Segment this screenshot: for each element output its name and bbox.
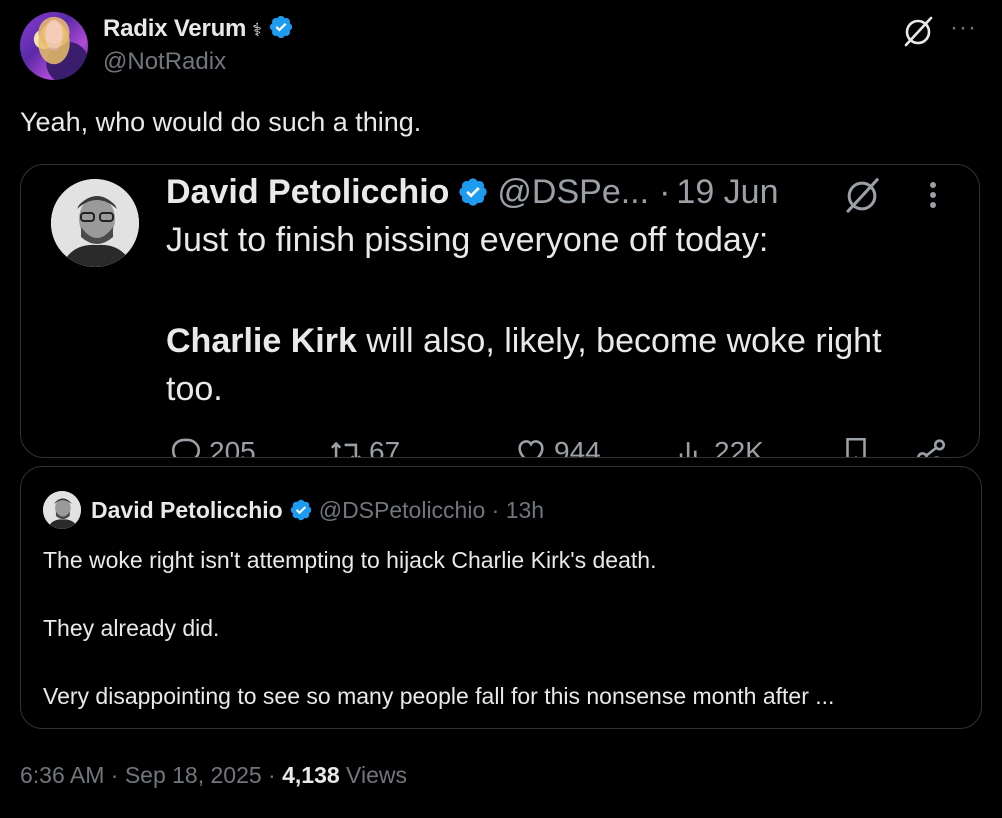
quoted-author-handle: @DSPe... <box>497 173 650 211</box>
quoted-tweet-author-name: David Petolicchio <box>91 497 283 523</box>
quoted-tweet-avatar <box>43 491 81 529</box>
quoted-tweet-handle: @DSPetolicchio <box>318 497 486 523</box>
tweet-metadata: 6:36 AM · Sep 18, 2025 · 4,138 Views <box>20 762 407 789</box>
more-icon[interactable]: ··· <box>950 14 977 42</box>
verified-badge-icon <box>268 14 294 47</box>
grok-icon <box>841 175 883 217</box>
views-count: 22K <box>714 436 764 458</box>
quoted-text-line2: Charlie Kirk will also, likely, become w… <box>166 317 926 413</box>
quoted-tweet-paragraph: The woke right isn't attempting to hijac… <box>43 547 657 573</box>
author-name[interactable]: Radix Verum <box>103 15 246 42</box>
quoted-tweet-header: David Petolicchio @DSPetolicchio · 13h <box>91 497 544 528</box>
more-icon <box>923 177 943 213</box>
views-label: Views <box>339 762 407 788</box>
verified-badge-icon <box>457 176 489 217</box>
quoted-tweet-time: · 13h <box>491 497 545 523</box>
author-name-glyph: ⚕ <box>252 20 262 40</box>
repost-action: 67 <box>329 435 401 458</box>
views-action: 22K <box>674 435 764 458</box>
repost-icon <box>330 441 361 457</box>
quoted-action-bar: 205 67 944 22K <box>169 435 949 458</box>
quoted-screenshot[interactable]: David Petolicchio @DSPe... · 19 Jun Just to… <box>20 164 980 458</box>
share-icon <box>914 435 948 457</box>
quoted-separator: · <box>659 173 671 211</box>
like-icon <box>518 440 544 457</box>
like-count: 944 <box>554 436 601 458</box>
reply-count: 205 <box>209 436 256 458</box>
reply-icon <box>171 438 201 457</box>
quoted-date: 19 Jun <box>676 173 779 211</box>
author-name-row[interactable]: Radix Verum ⚕ <box>103 14 294 47</box>
grok-icon[interactable] <box>900 14 936 50</box>
quoted-mention: Charlie Kirk <box>166 322 357 360</box>
tweet-text: Yeah, who would do such a thing. <box>20 107 422 137</box>
quoted-header: David Petolicchio @DSPe... · 19 Jun <box>166 173 779 217</box>
reply-action: 205 <box>169 435 256 458</box>
quoted-author-avatar <box>51 179 139 267</box>
quoted-tweet-paragraph: They already did. <box>43 615 220 641</box>
like-action: 944 <box>514 435 601 458</box>
tweet-timestamp[interactable]: 6:36 AM · Sep 18, 2025 · <box>20 762 282 788</box>
quoted-tweet-paragraph: Very disappointing to see so many people… <box>43 683 835 709</box>
views-total: 4,138 <box>282 762 340 788</box>
quoted-tweet-body: The woke right isn't attempting to hijac… <box>43 543 963 713</box>
quoted-tweet[interactable]: David Petolicchio @DSPetolicchio · 13h Th… <box>20 466 982 729</box>
quoted-author-name: David Petolicchio <box>166 173 450 211</box>
author-avatar[interactable] <box>20 12 88 80</box>
author-handle[interactable]: @NotRadix <box>103 48 226 76</box>
repost-count: 67 <box>369 436 401 458</box>
views-icon <box>679 442 697 457</box>
verified-badge-icon <box>289 498 313 528</box>
bookmark-icon <box>839 435 873 457</box>
quoted-text-line1: Just to finish pissing everyone off toda… <box>166 221 769 259</box>
